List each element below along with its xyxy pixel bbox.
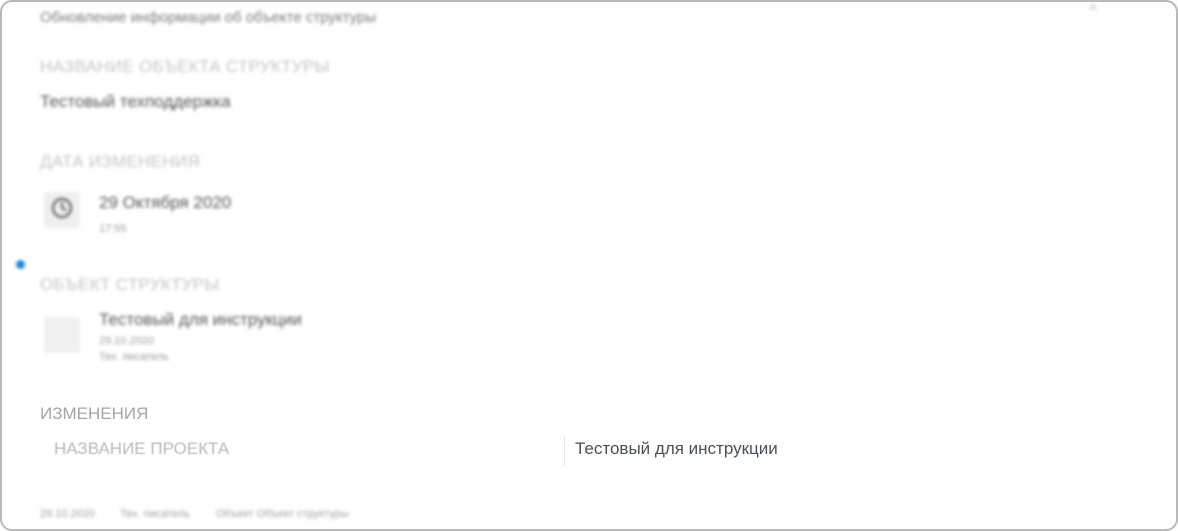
collapse-icon[interactable]: ^	[1090, 2, 1096, 17]
clock-icon-box	[44, 192, 80, 228]
structure-object-label: ОБЪЕКТ СТРУКТУРЫ	[40, 275, 220, 294]
change-time-value: 17:55	[99, 223, 127, 235]
changed-field-value: Тестовый для инструкции	[575, 439, 778, 458]
footer-author: Тех. писатель	[120, 508, 190, 520]
clock-icon	[50, 196, 74, 225]
indicator-dot	[16, 260, 25, 269]
changed-field-name: НАЗВАНИЕ ПРОЕКТА	[54, 439, 230, 458]
window-title: Обновление информации об объекте структу…	[40, 9, 377, 26]
change-date-value: 29 Октября 2020	[99, 193, 232, 212]
structure-object-date: 29.10.2020	[99, 335, 155, 347]
changes-label: ИЗМЕНЕНИЯ	[40, 404, 149, 423]
footer-object: Объект Объект структуры	[216, 508, 349, 520]
object-name-label: НАЗВАНИЕ ОБЪЕКТА СТРУКТУРЫ	[40, 57, 330, 76]
footer-date: 29.10.2020	[40, 508, 96, 520]
object-thumbnail	[44, 317, 80, 353]
object-name-value: Тестовый техподдержка	[40, 92, 231, 111]
change-details-card: Обновление информации об объекте структу…	[0, 0, 1178, 531]
change-date-label: ДАТА ИЗМЕНЕНИЯ	[40, 152, 200, 171]
column-divider	[564, 436, 565, 466]
structure-object-title[interactable]: Тестовый для инструкции	[99, 310, 302, 330]
structure-object-author: Тех. писатель	[99, 351, 169, 363]
